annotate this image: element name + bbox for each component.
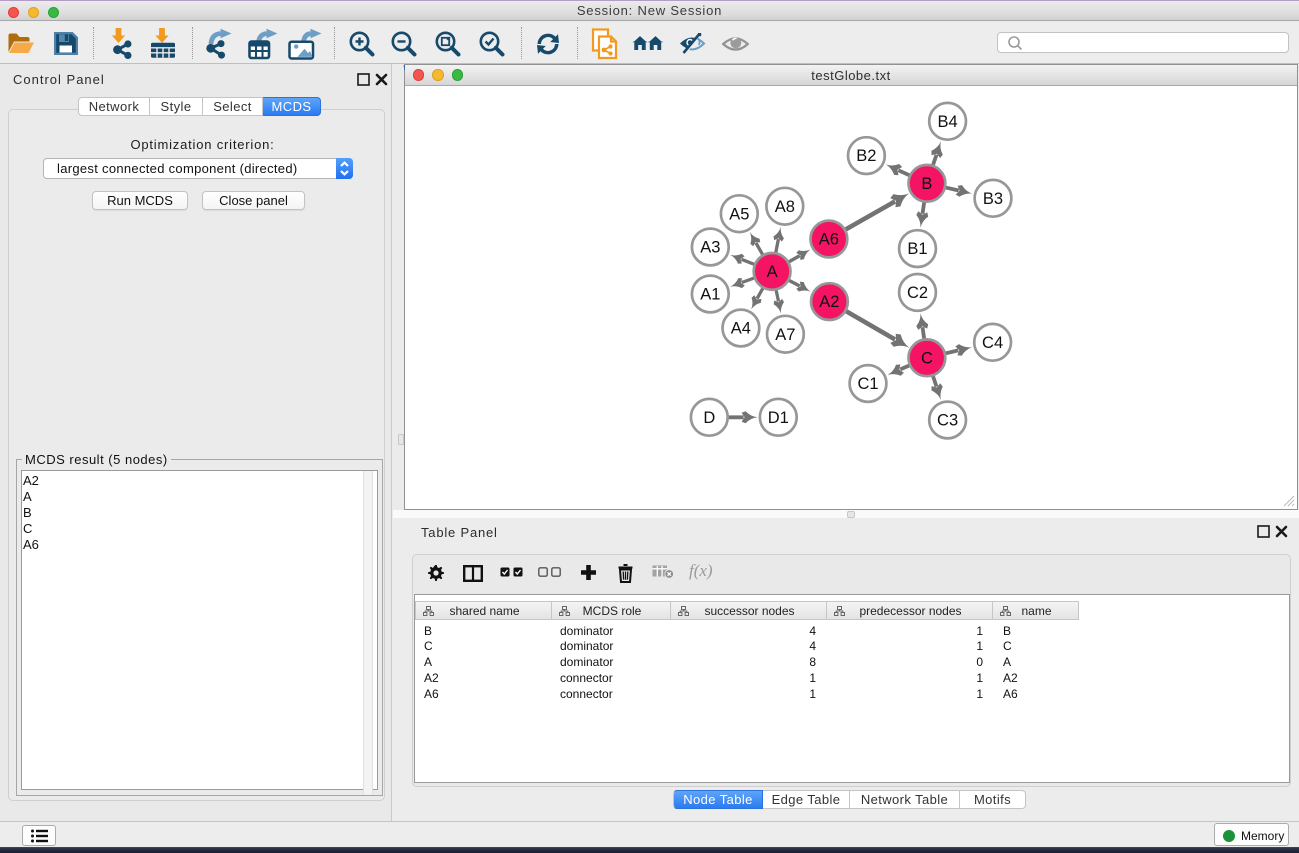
svg-text:C3: C3 xyxy=(937,412,958,430)
svg-text:C1: C1 xyxy=(857,375,878,393)
svg-text:D1: D1 xyxy=(768,409,789,427)
svg-text:A5: A5 xyxy=(729,205,749,223)
svg-text:B3: B3 xyxy=(983,190,1003,208)
svg-text:C4: C4 xyxy=(982,334,1003,352)
svg-text:A1: A1 xyxy=(700,286,720,304)
svg-text:A8: A8 xyxy=(775,198,795,216)
svg-text:D: D xyxy=(703,409,715,427)
svg-text:B2: B2 xyxy=(856,147,876,165)
svg-text:B4: B4 xyxy=(938,113,958,131)
svg-text:A2: A2 xyxy=(819,293,839,311)
svg-text:C2: C2 xyxy=(907,284,928,302)
svg-text:A7: A7 xyxy=(775,326,795,344)
svg-text:A3: A3 xyxy=(700,239,720,257)
svg-text:A4: A4 xyxy=(731,320,751,338)
svg-text:A6: A6 xyxy=(819,231,839,249)
svg-text:B1: B1 xyxy=(907,240,927,258)
svg-text:A: A xyxy=(767,263,778,281)
svg-text:C: C xyxy=(921,349,933,367)
svg-text:B: B xyxy=(921,175,932,193)
